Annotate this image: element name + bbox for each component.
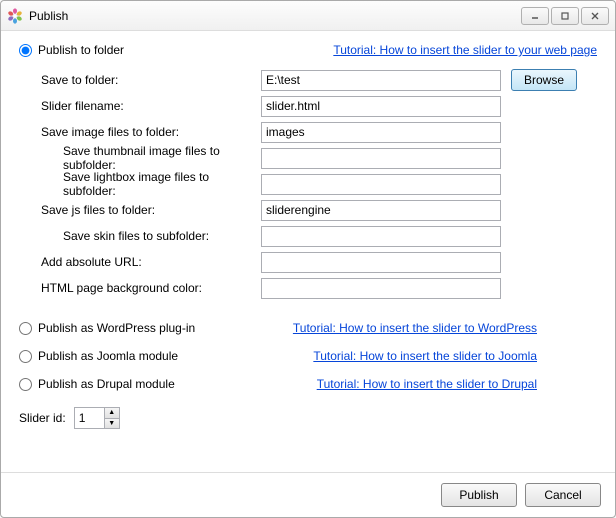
dialog-footer: Publish Cancel [1,472,615,517]
slider-id-label: Slider id: [19,411,66,425]
slider-id-input[interactable] [74,407,104,429]
absolute-url-label: Add absolute URL: [41,255,261,269]
titlebar: Publish [1,1,615,31]
save-to-folder-input[interactable] [261,70,501,91]
bg-color-input[interactable] [261,278,501,299]
window-title: Publish [29,9,521,23]
minimize-button[interactable] [521,7,549,25]
publish-to-folder-radio[interactable] [19,44,32,57]
publish-to-folder-label: Publish to folder [38,43,124,57]
maximize-button[interactable] [551,7,579,25]
slider-id-down[interactable]: ▼ [104,418,120,430]
window-controls [521,7,609,25]
bg-color-label: HTML page background color: [41,281,261,295]
publish-to-folder-option[interactable]: Publish to folder [19,43,124,57]
browse-button[interactable]: Browse [511,69,577,91]
skin-subfolder-input[interactable] [261,226,501,247]
publish-joomla-radio[interactable] [19,350,32,363]
skin-subfolder-label: Save skin files to subfolder: [41,229,261,243]
close-button[interactable] [581,7,609,25]
lightbox-subfolder-label: Save lightbox image files to subfolder: [41,170,261,198]
js-folder-input[interactable] [261,200,501,221]
tutorial-joomla-link[interactable]: Tutorial: How to insert the slider to Jo… [313,349,537,363]
save-image-folder-label: Save image files to folder: [41,125,261,139]
absolute-url-input[interactable] [261,252,501,273]
save-to-folder-label: Save to folder: [41,73,261,87]
publish-drupal-option[interactable]: Publish as Drupal module [19,377,175,391]
cancel-button[interactable]: Cancel [525,483,601,507]
publish-button[interactable]: Publish [441,483,517,507]
lightbox-subfolder-input[interactable] [261,174,501,195]
publish-wordpress-option[interactable]: Publish as WordPress plug-in [19,321,195,335]
app-icon [7,8,23,24]
save-image-folder-input[interactable] [261,122,501,143]
publish-joomla-option[interactable]: Publish as Joomla module [19,349,178,363]
slider-id-spinner[interactable]: ▲ ▼ [74,407,120,429]
publish-drupal-radio[interactable] [19,378,32,391]
slider-id-up[interactable]: ▲ [104,407,120,418]
publish-wordpress-radio[interactable] [19,322,32,335]
publish-wordpress-label: Publish as WordPress plug-in [38,321,195,335]
tutorial-webpage-link[interactable]: Tutorial: How to insert the slider to yo… [333,43,597,57]
slider-filename-label: Slider filename: [41,99,261,113]
js-folder-label: Save js files to folder: [41,203,261,217]
publish-dialog: Publish Publish to folder Tutorial: How … [0,0,616,518]
dialog-content: Publish to folder Tutorial: How to inser… [1,31,615,472]
publish-drupal-label: Publish as Drupal module [38,377,175,391]
slider-filename-input[interactable] [261,96,501,117]
tutorial-drupal-link[interactable]: Tutorial: How to insert the slider to Dr… [317,377,537,391]
publish-joomla-label: Publish as Joomla module [38,349,178,363]
folder-settings: Save to folder: Browse Slider filename: … [41,67,597,301]
thumbnail-subfolder-input[interactable] [261,148,501,169]
tutorial-wordpress-link[interactable]: Tutorial: How to insert the slider to Wo… [293,321,537,335]
thumbnail-subfolder-label: Save thumbnail image files to subfolder: [41,144,261,172]
